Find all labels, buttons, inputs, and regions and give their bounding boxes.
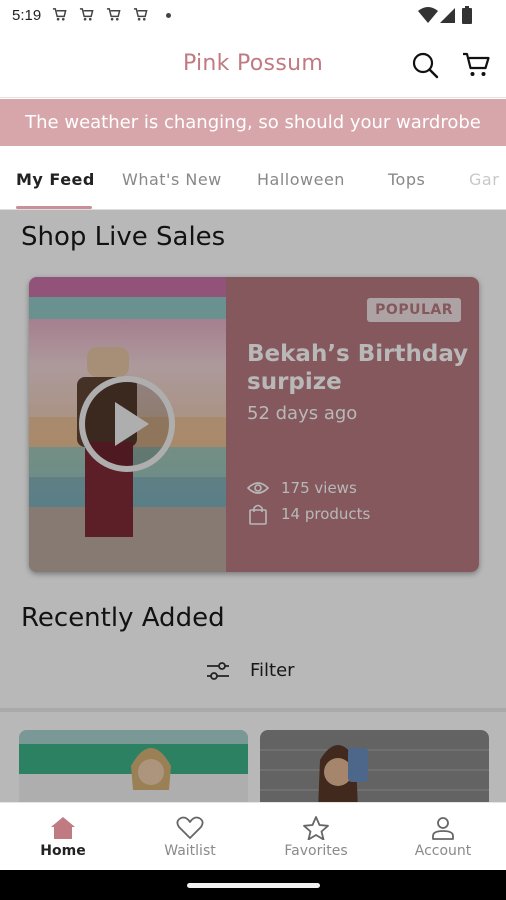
status-bar: 5:19 bbox=[0, 0, 506, 32]
tab-gar[interactable]: Gar bbox=[469, 170, 499, 189]
recently-added-heading: Recently Added bbox=[21, 603, 225, 633]
live-sale-age: 52 days ago bbox=[247, 403, 358, 424]
product-image bbox=[19, 730, 248, 802]
shopping-bag-icon bbox=[249, 504, 267, 525]
filter-button[interactable]: Filter bbox=[206, 660, 295, 681]
battery-icon bbox=[462, 6, 472, 24]
shopping-cart-icon bbox=[133, 8, 148, 21]
search-button[interactable] bbox=[408, 48, 442, 82]
gesture-navigation-bar bbox=[0, 870, 506, 900]
shopping-cart-icon bbox=[106, 8, 121, 21]
promo-banner-text: The weather is changing, so should your … bbox=[25, 112, 481, 133]
product-image bbox=[260, 730, 489, 802]
eye-icon bbox=[247, 482, 269, 494]
heart-icon bbox=[176, 816, 204, 839]
shopping-cart-icon bbox=[52, 8, 67, 21]
feed-content: Shop Live Sales POPULAR Bekah’s Birthday… bbox=[0, 210, 506, 802]
app-screen: 5:19 Pink Possum The weather is changing… bbox=[0, 0, 506, 900]
tab-whats-new[interactable]: What's New bbox=[122, 170, 222, 189]
shopping-cart-icon bbox=[463, 52, 490, 76]
nav-waitlist-label: Waitlist bbox=[164, 843, 216, 859]
products-count: 14 products bbox=[247, 503, 370, 525]
category-tabs: My Feed What's New Halloween Tops Gar bbox=[0, 146, 506, 210]
live-sale-card[interactable]: POPULAR Bekah’s Birthday surpize 52 days… bbox=[29, 277, 479, 572]
person-icon bbox=[432, 817, 454, 840]
popular-badge: POPULAR bbox=[367, 298, 461, 322]
search-icon bbox=[412, 52, 439, 79]
nav-favorites-label: Favorites bbox=[284, 843, 348, 859]
promo-banner[interactable]: The weather is changing, so should your … bbox=[0, 99, 506, 146]
star-icon bbox=[303, 816, 329, 840]
nav-favorites[interactable]: Favorites bbox=[253, 803, 379, 871]
views-count: 175 views bbox=[247, 479, 357, 497]
tab-halloween[interactable]: Halloween bbox=[257, 170, 345, 189]
live-sales-heading: Shop Live Sales bbox=[21, 222, 226, 252]
app-bar: Pink Possum bbox=[0, 32, 506, 98]
sliders-icon bbox=[207, 661, 229, 680]
live-sale-info: POPULAR Bekah’s Birthday surpize 52 days… bbox=[226, 277, 479, 572]
cart-button[interactable] bbox=[459, 48, 493, 82]
home-gesture-handle[interactable] bbox=[187, 883, 320, 888]
live-sale-title: Bekah’s Birthday surpize bbox=[247, 341, 469, 395]
status-time: 5:19 bbox=[12, 7, 42, 24]
play-icon[interactable] bbox=[77, 374, 177, 474]
views-label: 175 views bbox=[281, 479, 357, 497]
filter-label: Filter bbox=[250, 660, 295, 681]
signal-icon bbox=[440, 8, 455, 23]
nav-home-label: Home bbox=[40, 843, 86, 859]
product-card[interactable] bbox=[19, 730, 248, 802]
live-sale-thumbnail bbox=[29, 277, 226, 572]
section-divider bbox=[0, 708, 506, 712]
tab-tops[interactable]: Tops bbox=[388, 170, 425, 189]
bottom-navigation: Home Waitlist Favorites Account bbox=[0, 802, 506, 870]
products-label: 14 products bbox=[281, 505, 371, 523]
active-tab-indicator bbox=[16, 206, 92, 209]
product-card[interactable] bbox=[260, 730, 489, 802]
nav-waitlist[interactable]: Waitlist bbox=[127, 803, 253, 871]
home-icon bbox=[51, 817, 75, 839]
wifi-icon bbox=[418, 7, 438, 23]
tab-my-feed[interactable]: My Feed bbox=[16, 170, 95, 189]
nav-account-label: Account bbox=[414, 843, 472, 859]
shopping-cart-icon bbox=[79, 8, 94, 21]
nav-account[interactable]: Account bbox=[380, 803, 506, 871]
nav-home[interactable]: Home bbox=[0, 803, 126, 871]
notification-dot bbox=[166, 13, 171, 18]
